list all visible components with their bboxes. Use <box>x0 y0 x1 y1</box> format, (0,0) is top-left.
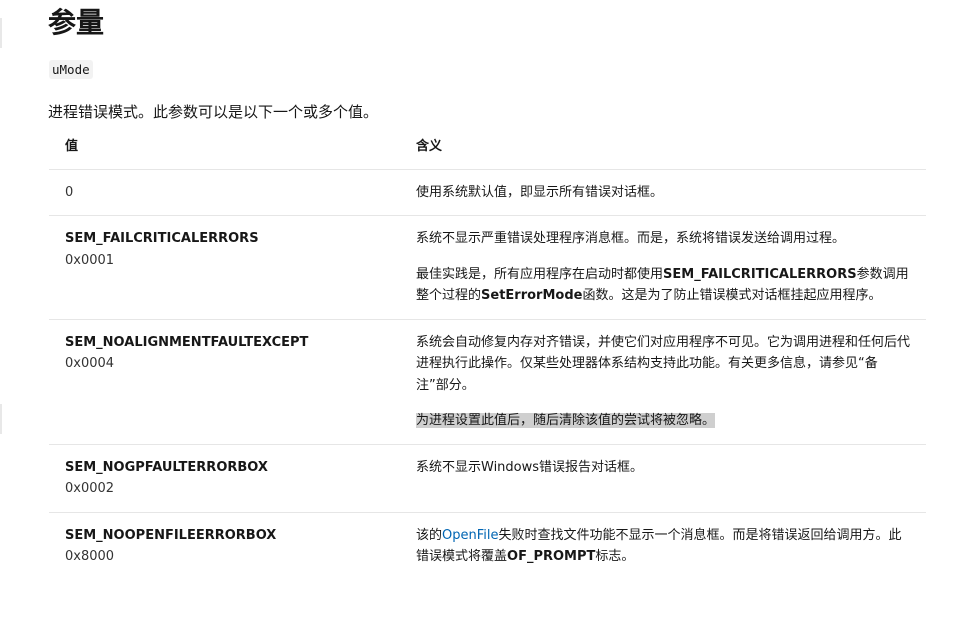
value-cell: SEM_NOGPFAULTERRORBOX 0x0002 <box>49 444 400 513</box>
best-practice-note: 最佳实践是，所有应用程序在启动时都使用SEM_FAILCRITICALERROR… <box>416 264 910 307</box>
value-cell: 0 <box>49 169 400 216</box>
value-code: 0x0002 <box>65 481 115 496</box>
value-name: 0 <box>65 184 74 200</box>
meaning-text: 使用系统默认值，即显示所有错误对话框。 <box>416 184 664 200</box>
meaning-note: 为进程设置此值后，随后清除该值的尝试将被忽略。 <box>416 410 910 432</box>
meaning-cell: 使用系统默认值，即显示所有错误对话框。 <box>400 169 926 216</box>
meaning-text: 系统不显示Windows错误报告对话框。 <box>416 459 644 475</box>
table-header-row: 值 含义 <box>49 126 926 170</box>
value-cell: SEM_FAILCRITICALERRORS 0x0001 <box>49 215 400 320</box>
note-function: SetErrorMode <box>481 288 583 303</box>
flag-constant: OF_PROMPT <box>507 549 596 564</box>
value-name: SEM_NOALIGNMENTFAULTEXCEPT <box>65 334 309 350</box>
table-row: SEM_FAILCRITICALERRORS 0x0001 系统不显示严重错误处… <box>49 215 926 320</box>
meaning-cell: 系统会自动修复内存对齐错误，并使它们对应用程序不可见。它为调用进程和任何后代进程… <box>400 319 926 445</box>
left-edge-mark <box>0 18 2 48</box>
note-text: 函数。这是为了防止错误模式对话框挂起应用程序。 <box>582 288 882 303</box>
values-table: 值 含义 0 使用系统默认值，即显示所有错误对话框。 SEM_FAILCRITI… <box>49 126 926 580</box>
table-row: SEM_NOGPFAULTERRORBOX 0x0002 系统不显示Window… <box>49 444 926 513</box>
value-code: 0x0004 <box>65 356 115 371</box>
value-cell: SEM_NOOPENFILEERRORBOX 0x8000 <box>49 512 400 580</box>
column-header-meaning: 含义 <box>400 126 926 170</box>
meaning-text: 系统会自动修复内存对齐错误，并使它们对应用程序不可见。它为调用进程和任何后代进程… <box>416 334 911 393</box>
meaning-fragment: 标志。 <box>595 549 635 564</box>
highlighted-text: 为进程设置此值后，随后清除该值的尝试将被忽略。 <box>416 413 716 428</box>
document-page: 参量 uMode 进程错误模式。此参数可以是以下一个或多个值。 值 含义 0 使… <box>0 0 953 628</box>
value-name: SEM_NOGPFAULTERRORBOX <box>65 459 268 475</box>
meaning-cell: 系统不显示严重错误处理程序消息框。而是，系统将错误发送给调用过程。 最佳实践是，… <box>400 215 926 320</box>
meaning-cell: 该的OpenFile失败时查找文件功能不显示一个消息框。而是将错误返回给调用方。… <box>400 512 926 580</box>
value-name: SEM_FAILCRITICALERRORS <box>65 231 259 246</box>
section-heading: 参量 <box>48 6 105 39</box>
value-cell: SEM_NOALIGNMENTFAULTEXCEPT 0x0004 <box>49 319 400 445</box>
value-name: SEM_NOOPENFILEERRORBOX <box>65 527 277 543</box>
table-row: 0 使用系统默认值，即显示所有错误对话框。 <box>49 169 926 216</box>
meaning-text: 系统不显示严重错误处理程序消息框。而是，系统将错误发送给调用过程。 <box>416 231 846 246</box>
left-edge-mark <box>0 404 2 434</box>
parameter-description: 进程错误模式。此参数可以是以下一个或多个值。 <box>48 103 379 121</box>
value-code: 0x8000 <box>65 549 115 564</box>
table-row: SEM_NOALIGNMENTFAULTEXCEPT 0x0004 系统会自动修… <box>49 319 926 445</box>
table-row: SEM_NOOPENFILEERRORBOX 0x8000 该的OpenFile… <box>49 512 926 580</box>
parameter-name: uMode <box>49 60 93 79</box>
note-constant: SEM_FAILCRITICALERRORS <box>663 266 857 282</box>
column-header-value: 值 <box>49 126 400 170</box>
meaning-cell: 系统不显示Windows错误报告对话框。 <box>400 444 926 513</box>
openfile-link[interactable]: OpenFile <box>442 528 498 543</box>
note-text: 最佳实践是，所有应用程序在启动时都使用 <box>416 266 664 282</box>
value-code: 0x0001 <box>65 252 115 268</box>
meaning-fragment: 该的 <box>416 527 443 543</box>
meaning-text: 该的OpenFile失败时查找文件功能不显示一个消息框。而是将错误返回给调用方。… <box>416 525 910 568</box>
